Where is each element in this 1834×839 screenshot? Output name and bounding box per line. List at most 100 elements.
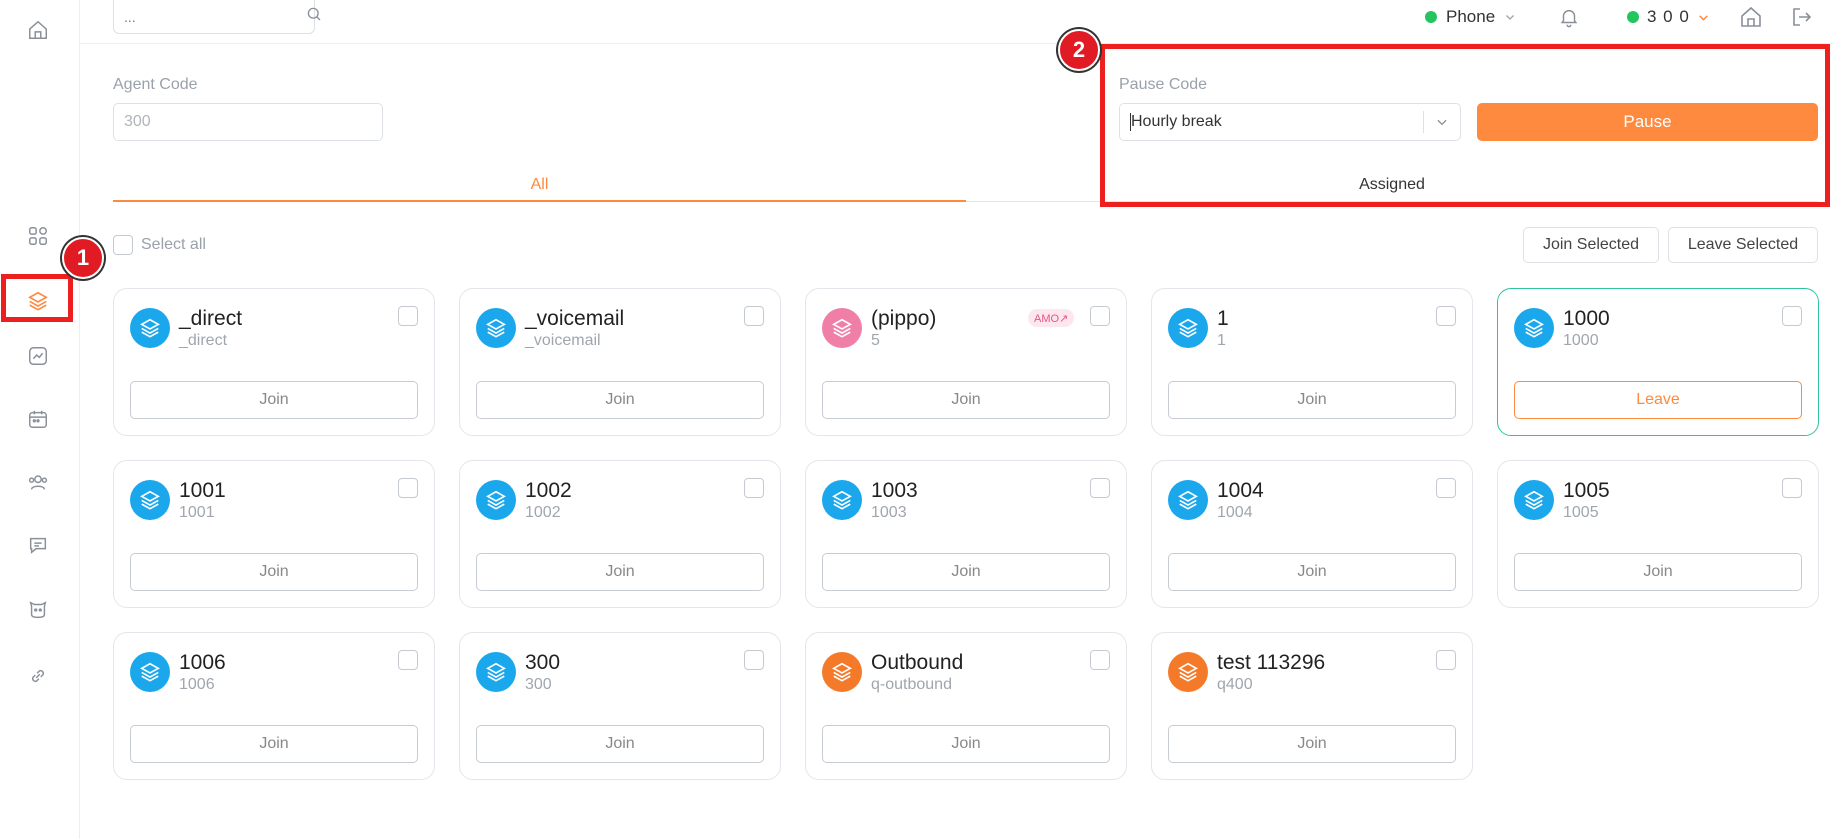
join-button[interactable]: Join bbox=[822, 553, 1110, 591]
phone-status-dot bbox=[1425, 11, 1437, 23]
queue-layers-icon bbox=[130, 480, 170, 520]
queue-title: 1003 bbox=[871, 479, 918, 502]
queue-checkbox[interactable] bbox=[1436, 306, 1456, 326]
queue-layers-icon bbox=[130, 308, 170, 348]
queue-title: 1000 bbox=[1563, 307, 1610, 330]
dashboard-grid-icon[interactable] bbox=[20, 218, 56, 254]
agent-status-selector[interactable]: 3 0 0 bbox=[1627, 0, 1710, 34]
join-button[interactable]: Join bbox=[130, 725, 418, 763]
join-button[interactable]: Join bbox=[822, 725, 1110, 763]
queue-card: (pippo) 5 AMO↗ Join bbox=[805, 288, 1127, 436]
analytics-chart-icon[interactable] bbox=[20, 338, 56, 374]
queue-card: 1003 1003 Join bbox=[805, 460, 1127, 608]
select-all-checkbox[interactable] bbox=[113, 235, 133, 255]
queue-layers-icon bbox=[1168, 308, 1208, 348]
queue-layers-icon bbox=[822, 480, 862, 520]
queue-checkbox[interactable] bbox=[1436, 650, 1456, 670]
chat-icon[interactable] bbox=[20, 527, 56, 563]
queue-subtitle: 1005 bbox=[1563, 504, 1599, 521]
agent-code-label: Agent Code bbox=[113, 76, 198, 93]
queue-title: 1002 bbox=[525, 479, 572, 502]
join-button[interactable]: Join bbox=[130, 381, 418, 419]
queue-card: 1004 1004 Join bbox=[1151, 460, 1473, 608]
queue-checkbox[interactable] bbox=[1090, 478, 1110, 498]
queue-title: test 113296 bbox=[1217, 651, 1326, 674]
search-input[interactable] bbox=[124, 8, 305, 25]
tab-all[interactable]: All bbox=[113, 168, 966, 202]
queue-layers-icon bbox=[1514, 480, 1554, 520]
sidebar bbox=[0, 0, 80, 839]
bot-face-icon[interactable] bbox=[20, 592, 56, 628]
queue-title: (pippo) bbox=[871, 307, 937, 330]
link-icon[interactable] bbox=[20, 658, 56, 694]
search-icon[interactable] bbox=[305, 5, 323, 28]
queue-layers-icon bbox=[130, 652, 170, 692]
queue-subtitle: q400 bbox=[1217, 676, 1253, 693]
queue-checkbox[interactable] bbox=[1436, 478, 1456, 498]
tab-all-underline bbox=[113, 200, 966, 202]
annotation-badge-2: 2 bbox=[1058, 29, 1100, 71]
join-button[interactable]: Join bbox=[1514, 553, 1802, 591]
queue-card: 1000 1000 Leave bbox=[1497, 288, 1819, 436]
search-box[interactable] bbox=[113, 0, 321, 34]
queue-title: 1 bbox=[1217, 307, 1229, 330]
queue-checkbox[interactable] bbox=[1090, 650, 1110, 670]
queue-title: 1006 bbox=[179, 651, 226, 674]
queue-card: test 113296 q400 Join bbox=[1151, 632, 1473, 780]
notifications-bell-icon[interactable] bbox=[1558, 0, 1580, 34]
leave-button[interactable]: Leave bbox=[1514, 381, 1802, 419]
chevron-down-icon bbox=[1697, 11, 1710, 24]
queue-checkbox[interactable] bbox=[744, 478, 764, 498]
queue-checkbox[interactable] bbox=[398, 650, 418, 670]
agent-label: 3 0 0 bbox=[1647, 7, 1690, 26]
home-icon[interactable] bbox=[1739, 0, 1763, 34]
queue-card: _direct _direct Join bbox=[113, 288, 435, 436]
phone-label: Phone bbox=[1446, 7, 1496, 26]
join-button[interactable]: Join bbox=[476, 553, 764, 591]
join-button[interactable]: Join bbox=[130, 553, 418, 591]
logout-icon[interactable] bbox=[1790, 0, 1814, 34]
home-icon[interactable] bbox=[20, 12, 56, 48]
select-all[interactable]: Select all bbox=[113, 235, 206, 255]
queue-checkbox[interactable] bbox=[1782, 306, 1802, 326]
calendar-icon[interactable] bbox=[20, 401, 56, 437]
join-selected-button[interactable]: Join Selected bbox=[1523, 227, 1659, 263]
queue-card: 1001 1001 Join bbox=[113, 460, 435, 608]
phone-selector[interactable]: Phone bbox=[1425, 0, 1516, 34]
queue-checkbox[interactable] bbox=[398, 478, 418, 498]
queue-checkbox[interactable] bbox=[1090, 306, 1110, 326]
select-all-label: Select all bbox=[141, 236, 206, 253]
queue-checkbox[interactable] bbox=[1782, 478, 1802, 498]
queue-layers-icon bbox=[822, 652, 862, 692]
queue-title: 1005 bbox=[1563, 479, 1610, 502]
queue-title: 1004 bbox=[1217, 479, 1264, 502]
queue-card: 1005 1005 Join bbox=[1497, 460, 1819, 608]
queue-layers-icon bbox=[822, 308, 862, 348]
users-icon[interactable] bbox=[20, 464, 56, 500]
join-button[interactable]: Join bbox=[476, 381, 764, 419]
join-button[interactable]: Join bbox=[1168, 381, 1456, 419]
join-button[interactable]: Join bbox=[476, 725, 764, 763]
leave-selected-button[interactable]: Leave Selected bbox=[1668, 227, 1818, 263]
amo-tag[interactable]: AMO↗ bbox=[1028, 309, 1075, 327]
queue-card: 1002 1002 Join bbox=[459, 460, 781, 608]
join-button[interactable]: Join bbox=[822, 381, 1110, 419]
queue-subtitle: 1002 bbox=[525, 504, 561, 521]
queue-checkbox[interactable] bbox=[744, 306, 764, 326]
queue-subtitle: 1001 bbox=[179, 504, 215, 521]
top-bar: Phone 3 0 0 bbox=[80, 0, 1834, 44]
queue-subtitle: 1006 bbox=[179, 676, 215, 693]
join-button[interactable]: Join bbox=[1168, 725, 1456, 763]
join-button[interactable]: Join bbox=[1168, 553, 1456, 591]
queue-checkbox[interactable] bbox=[744, 650, 764, 670]
queue-subtitle: 5 bbox=[871, 332, 880, 349]
agent-code-field: 300 bbox=[113, 103, 383, 141]
queue-subtitle: _direct bbox=[179, 332, 228, 349]
queue-card: 300 300 Join bbox=[459, 632, 781, 780]
queue-layers-icon bbox=[1168, 652, 1208, 692]
queue-layers-icon bbox=[476, 652, 516, 692]
queue-card: 1006 1006 Join bbox=[113, 632, 435, 780]
queue-title: 1001 bbox=[179, 479, 226, 502]
queue-checkbox[interactable] bbox=[398, 306, 418, 326]
queue-layers-icon bbox=[1168, 480, 1208, 520]
